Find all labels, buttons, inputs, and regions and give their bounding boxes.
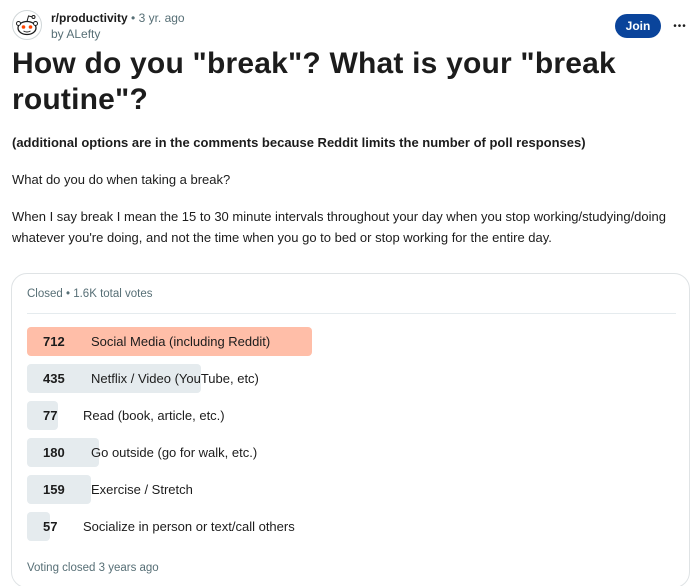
poll-vote-count: 435 <box>43 371 65 386</box>
post-author[interactable]: by ALefty <box>51 27 100 41</box>
poll-vote-count: 159 <box>43 482 65 497</box>
more-options-icon[interactable]: ••• <box>668 14 692 38</box>
poll-vote-count: 712 <box>43 334 65 349</box>
poll-option-label: Socialize in person or text/call others <box>83 519 295 534</box>
poll-option-exercise: 159 Exercise / Stretch <box>27 475 676 504</box>
poll-vote-count: 180 <box>43 445 65 460</box>
poll-option-social-media: 712 Social Media (including Reddit) <box>27 327 676 356</box>
poll-footer: Voting closed 3 years ago <box>27 562 159 574</box>
post-age: • 3 yr. ago <box>131 11 185 25</box>
subreddit-link[interactable]: r/productivity <box>51 11 128 25</box>
poll-option-label: Netflix / Video (YouTube, etc) <box>91 371 259 386</box>
poll-option-socialize: 57 Socialize in person or text/call othe… <box>27 512 676 541</box>
join-button[interactable]: Join <box>615 14 661 38</box>
post-header: r/productivity • 3 yr. ago by ALefty Joi… <box>12 10 686 42</box>
poll-option-label: Exercise / Stretch <box>91 482 193 497</box>
post-question: What do you do when taking a break? <box>12 172 231 187</box>
poll-vote-count: 57 <box>43 519 58 534</box>
poll-option-label: Go outside (go for walk, etc.) <box>91 445 258 460</box>
poll-option-read: 77 Read (book, article, etc.) <box>27 401 676 430</box>
poll-status: Closed • 1.6K total votes <box>27 288 153 300</box>
poll-option-netflix: 435 Netflix / Video (YouTube, etc) <box>27 364 676 393</box>
subreddit-line: r/productivity • 3 yr. ago <box>51 11 185 25</box>
poll-divider <box>27 313 676 314</box>
post-explanation: When I say break I mean the 15 to 30 min… <box>12 209 666 245</box>
post-note: (additional options are in the comments … <box>12 135 586 150</box>
poll-card: Closed • 1.6K total votes 712 Social Med… <box>11 273 690 586</box>
poll-vote-count: 77 <box>43 408 58 423</box>
post-title: How do you "break"? What is your "break … <box>12 47 616 116</box>
reddit-snoo-avatar-icon[interactable] <box>12 10 42 40</box>
poll-option-label: Social Media (including Reddit) <box>91 334 271 349</box>
poll-option-label: Read (book, article, etc.) <box>83 408 225 423</box>
poll-option-go-outside: 180 Go outside (go for walk, etc.) <box>27 438 676 467</box>
